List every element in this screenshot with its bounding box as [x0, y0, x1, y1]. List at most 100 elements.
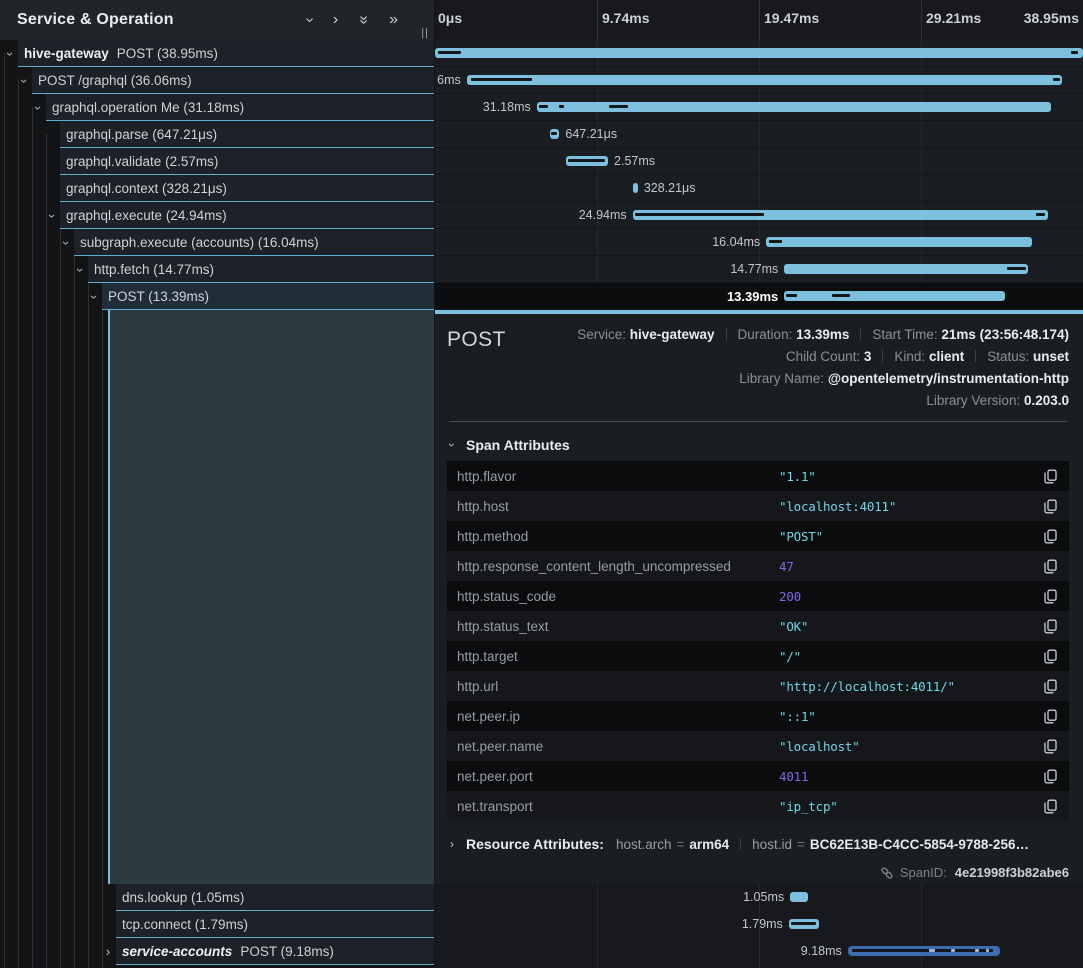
copy-icon[interactable]	[1021, 739, 1069, 754]
span-row[interactable]: ›service-accountsPOST (9.18ms)	[0, 938, 434, 965]
attribute-row: http.flavor"1.1"	[447, 461, 1069, 491]
timeline-row[interactable]: 1.05ms	[435, 884, 1083, 911]
span-bar[interactable]	[633, 183, 638, 193]
chevron-down-icon[interactable]: ›	[88, 289, 100, 305]
span-operation-label: graphql.execute (24.94ms)	[66, 208, 227, 223]
overview-label: Status:	[987, 349, 1033, 364]
attribute-value: "POST"	[779, 529, 823, 544]
span-row[interactable]: graphql.context (328.21μs)	[0, 175, 434, 202]
child-span-marker	[539, 105, 549, 108]
timeline-row[interactable]: 1.79ms	[435, 911, 1083, 938]
child-span-marker	[568, 159, 604, 162]
span-row-content: graphql.validate (2.57ms)	[60, 148, 434, 175]
resource-attribute-value: arm64	[689, 837, 729, 852]
span-operation-label: http.fetch (14.77ms)	[94, 262, 214, 277]
span-row-content: graphql.operation Me (31.18ms)	[46, 94, 434, 121]
span-tree-panel: Service & Operation › › » » || ›hive-gat…	[0, 0, 434, 968]
span-bar[interactable]	[435, 48, 1083, 58]
span-duration-label: 647.21μs	[565, 121, 617, 148]
chevron-down-icon[interactable]: ›	[18, 73, 30, 89]
timeline-row[interactable]: 647.21μs	[435, 121, 1083, 148]
expanded-row-region	[108, 310, 434, 884]
attribute-row: net.peer.name"localhost"	[447, 731, 1069, 761]
chevron-down-icon[interactable]: ›	[60, 235, 72, 251]
indent-guide	[74, 242, 75, 968]
attribute-value: 47	[779, 559, 794, 574]
copy-icon[interactable]	[1021, 709, 1069, 724]
copy-icon[interactable]	[1021, 559, 1069, 574]
span-attributes-header[interactable]: › Span Attributes	[447, 437, 1069, 453]
timeline-row[interactable]: 2.57ms	[435, 148, 1083, 175]
resource-attribute-value: BC62E13B-C4CC-5854-9788-256…	[810, 837, 1029, 852]
attribute-key: net.peer.name	[447, 739, 779, 754]
left-panel-header: Service & Operation › › » » ||	[0, 0, 434, 40]
span-duration-label: 1.05ms	[743, 884, 784, 911]
span-row-content: graphql.context (328.21μs)	[60, 175, 434, 202]
timeline-row[interactable]: 328.21μs	[435, 175, 1083, 202]
chevron-right-icon[interactable]: ›	[333, 12, 338, 28]
chevron-right-icon[interactable]: ›	[102, 944, 114, 960]
chevron-down-icon[interactable]: ›	[46, 208, 58, 224]
copy-icon[interactable]	[1021, 649, 1069, 664]
timeline-row[interactable]: 6ms	[435, 67, 1083, 94]
attribute-value: "::1"	[779, 709, 816, 724]
span-bar[interactable]	[766, 237, 1032, 247]
span-row[interactable]: graphql.parse (647.21μs)	[0, 121, 434, 148]
copy-icon[interactable]	[1021, 589, 1069, 604]
span-row[interactable]: ›POST /graphql (36.06ms)	[0, 67, 434, 94]
overview-label: Start Time:	[872, 327, 941, 342]
span-bar[interactable]	[790, 892, 807, 902]
span-row[interactable]: ›graphql.operation Me (31.18ms)	[0, 94, 434, 121]
double-chevron-right-icon[interactable]: »	[389, 12, 398, 28]
copy-icon[interactable]	[1021, 469, 1069, 484]
timeline-row[interactable]: 24.94ms	[435, 202, 1083, 229]
timeline-row[interactable]: 13.39ms	[435, 283, 1083, 310]
span-bar[interactable]	[784, 291, 1004, 301]
timeline-row[interactable]: 16.04ms	[435, 229, 1083, 256]
resource-attributes-title[interactable]: Resource Attributes:	[466, 836, 604, 852]
span-operation-label: POST (9.18ms)	[240, 944, 334, 959]
span-attributes-title: Span Attributes	[466, 437, 570, 453]
timeline-row[interactable]	[435, 40, 1083, 67]
span-row[interactable]: dns.lookup (1.05ms)	[0, 884, 434, 911]
copy-icon[interactable]	[1021, 529, 1069, 544]
copy-icon[interactable]	[1021, 769, 1069, 784]
attribute-row: http.url"http://localhost:4011/"	[447, 671, 1069, 701]
copy-icon[interactable]	[1021, 679, 1069, 694]
copy-icon[interactable]	[1021, 799, 1069, 814]
timeline-row[interactable]: 31.18ms	[435, 94, 1083, 121]
span-attributes-table: http.flavor"1.1"http.host"localhost:4011…	[447, 461, 1069, 821]
span-row[interactable]: ›POST (13.39ms)	[0, 283, 434, 310]
span-overview-line: Service: hive-gatewayDuration: 13.39msSt…	[577, 324, 1069, 346]
span-operation-label: graphql.validate (2.57ms)	[66, 154, 218, 169]
span-row[interactable]: tcp.connect (1.79ms)	[0, 911, 434, 938]
child-span-marker	[1053, 78, 1060, 81]
chevron-down-icon[interactable]: ›	[74, 262, 86, 278]
copy-icon[interactable]	[1021, 499, 1069, 514]
chevron-down-icon[interactable]: ›	[32, 100, 44, 116]
overview-value: 3	[864, 349, 872, 364]
chevron-down-icon[interactable]: ›	[307, 12, 312, 28]
span-duration-label: 1.79ms	[742, 911, 783, 938]
overview-label: Service:	[577, 327, 630, 342]
chevron-down-icon[interactable]: ›	[4, 46, 16, 62]
column-resize-handle[interactable]: ||	[421, 27, 429, 39]
span-row[interactable]: ›hive-gatewayPOST (38.95ms)	[0, 40, 434, 67]
timeline-row[interactable]: 9.18ms	[435, 938, 1083, 965]
span-row[interactable]: graphql.validate (2.57ms)	[0, 148, 434, 175]
timeline-row[interactable]: 14.77ms	[435, 256, 1083, 283]
span-bar[interactable]	[467, 75, 1063, 85]
chevron-down-icon: ›	[447, 438, 457, 452]
overview-label: Library Version:	[926, 393, 1024, 408]
child-span-marker	[438, 51, 461, 54]
double-chevron-down-icon[interactable]: »	[359, 12, 368, 28]
timeline-tick-label: 19.47ms	[764, 10, 819, 26]
span-row-content: tcp.connect (1.79ms)	[116, 911, 434, 938]
overview-value: unset	[1033, 349, 1069, 364]
span-row[interactable]: › graphql.execute (24.94ms)	[0, 202, 434, 229]
overview-label: Kind:	[894, 349, 929, 364]
span-bar[interactable]	[784, 264, 1028, 274]
span-row[interactable]: › http.fetch (14.77ms)	[0, 256, 434, 283]
span-row[interactable]: ›subgraph.execute (accounts) (16.04ms)	[0, 229, 434, 256]
copy-icon[interactable]	[1021, 619, 1069, 634]
